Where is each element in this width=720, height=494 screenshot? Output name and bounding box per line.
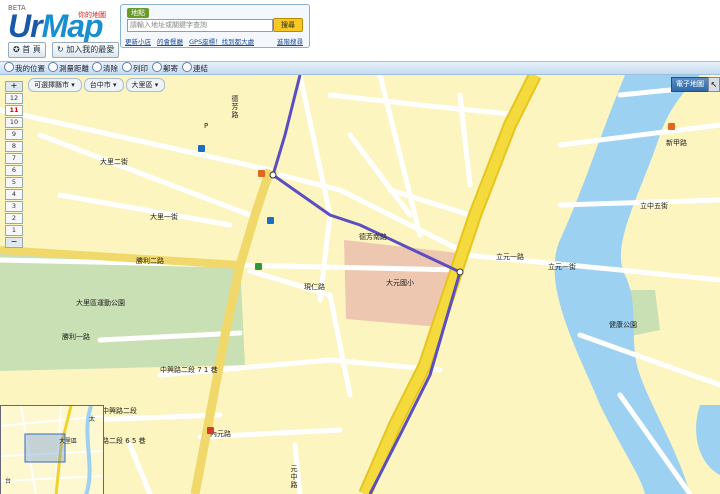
search-panel: 地點 請輸入地址或關鍵字查詢 搜尋 更新小店 的會餐廳 GPS座標！找到都大處 … xyxy=(120,4,310,48)
home-icon: ✪ xyxy=(13,45,23,54)
header-bar: BETA UrMap 你的地圖 ✪ 首 頁 ↻ 加入我的最愛 地點 請輸入地址或… xyxy=(0,0,720,60)
zoom-level-1[interactable]: 1 xyxy=(5,225,23,236)
tool-print[interactable]: 列印 xyxy=(122,62,148,75)
zoom-out-button[interactable]: − xyxy=(5,237,23,248)
label-dali-2nd-st: 大里二街 xyxy=(100,158,128,166)
label-dali-1st-st: 大里一街 xyxy=(150,213,178,221)
link-icon xyxy=(182,62,192,72)
zoom-level-11[interactable]: 11 xyxy=(5,105,23,116)
breadcrumb-district[interactable]: 大里區 ▾ xyxy=(125,78,166,92)
printer-icon xyxy=(122,62,132,72)
breadcrumb-county-label: 可選擇縣市 xyxy=(34,81,69,89)
eraser-icon xyxy=(92,62,102,72)
tool-mail-label: 郵寄 xyxy=(163,64,178,73)
tool-link-label: 連結 xyxy=(193,64,208,73)
post-office-icon[interactable] xyxy=(207,427,214,434)
label-xianren-road: 現仁路 xyxy=(304,283,325,291)
label-dayuan-school: 大元國小 xyxy=(386,279,414,287)
ruler-icon xyxy=(48,62,58,72)
label-yuanzhong-road: 元中路 xyxy=(290,465,298,489)
zoom-level-3[interactable]: 3 xyxy=(5,201,23,212)
river-branch xyxy=(696,405,720,475)
tool-my-location-label: 我的位置 xyxy=(15,64,45,73)
breadcrumb-city[interactable]: 台中市 ▾ xyxy=(83,78,124,92)
label-lizhong-5th-st: 立中五街 xyxy=(640,202,668,210)
breadcrumb-county[interactable]: 可選擇縣市 ▾ xyxy=(28,78,82,92)
zoom-in-button[interactable]: + xyxy=(5,81,23,92)
location-icon xyxy=(4,62,14,72)
overview-label-east: 太 xyxy=(89,416,96,423)
brand-tagline: 你的地圖 xyxy=(78,11,106,19)
zoom-level-10[interactable]: 10 xyxy=(5,117,23,128)
label-health-park: 健康公園 xyxy=(609,321,637,329)
overview-tiles xyxy=(1,406,103,494)
search-button[interactable]: 搜尋 xyxy=(273,18,303,32)
label-xinjia-road: 新甲路 xyxy=(666,139,687,147)
search-link-gps[interactable]: GPS座標！找到都大處 xyxy=(189,36,254,46)
zoom-level-9[interactable]: 9 xyxy=(5,129,23,140)
route-start-marker xyxy=(269,171,277,179)
label-zhongxing-71-lane: 中興路二段 7 1 巷 xyxy=(160,366,218,374)
mail-icon xyxy=(152,62,162,72)
map-tiles xyxy=(0,75,720,494)
tool-measure-label: 測量距離 xyxy=(59,64,89,73)
label-defang-south-road: 德芳南路 xyxy=(359,233,387,241)
zoom-level-5[interactable]: 5 xyxy=(5,177,23,188)
tool-measure[interactable]: 測量距離 xyxy=(48,62,89,75)
breadcrumb-district-label: 大里區 xyxy=(131,81,153,89)
tool-link[interactable]: 連結 xyxy=(182,62,208,75)
label-liyuan-road: 立元一路 xyxy=(496,253,524,261)
sports-park-area xyxy=(0,250,245,371)
advanced-search-link[interactable]: 進階搜尋 xyxy=(277,36,303,46)
map-type-button[interactable]: 電子地圖 xyxy=(671,77,709,92)
label-sports-park: 大里區運動公園 xyxy=(76,299,125,307)
zoom-level-8[interactable]: 8 xyxy=(5,141,23,152)
search-link-store[interactable]: 更新小店 xyxy=(125,36,151,46)
tool-print-label: 列印 xyxy=(133,64,148,73)
zoom-control: + 12 11 10 9 8 7 6 5 4 3 2 1 − xyxy=(5,81,25,249)
add-favorite-button[interactable]: ↻ 加入我的最愛 xyxy=(52,42,120,58)
label-shengli-2nd-road: 勝利二路 xyxy=(136,257,164,265)
urmap-logo[interactable]: BETA UrMap 你的地圖 xyxy=(6,4,116,44)
gas-station-icon[interactable] xyxy=(267,217,274,224)
breadcrumb-city-label: 台中市 xyxy=(89,81,111,89)
route-end-marker xyxy=(456,268,464,276)
brand-ur: Ur xyxy=(8,8,43,44)
map-toolbar: 我的位置 測量距離 清除 列印 郵寄 連結 xyxy=(0,61,720,75)
overview-map[interactable]: 大里區 台 太 xyxy=(0,405,104,494)
search-tab[interactable]: 地點 xyxy=(127,8,149,18)
favorite-icon: ↻ xyxy=(57,45,67,54)
overview-label-west: 台 xyxy=(5,478,12,485)
label-zhongxing-road: 中興路二段 xyxy=(102,407,137,415)
tool-clear[interactable]: 清除 xyxy=(92,62,118,75)
label-parking: P xyxy=(204,122,209,130)
zoom-level-7[interactable]: 7 xyxy=(5,153,23,164)
tool-mail[interactable]: 郵寄 xyxy=(152,62,178,75)
zoom-level-2[interactable]: 2 xyxy=(5,213,23,224)
convenience-store-icon[interactable] xyxy=(258,170,265,177)
store-icon-east[interactable] xyxy=(668,123,675,130)
label-liyuan-street: 立元一街 xyxy=(548,263,576,271)
zoom-level-12[interactable]: 12 xyxy=(5,93,23,104)
add-favorite-label: 加入我的最愛 xyxy=(66,45,115,54)
zoom-level-6[interactable]: 6 xyxy=(5,165,23,176)
tool-my-location[interactable]: 我的位置 xyxy=(4,62,45,75)
map-canvas[interactable]: 可選擇縣市 ▾ 台中市 ▾ 大里區 ▾ 電子地圖 ↖ + 12 11 10 9 8 … xyxy=(0,75,720,494)
bus-icon[interactable] xyxy=(255,263,262,270)
expand-icon[interactable]: ↖ xyxy=(708,77,720,92)
zoom-level-4[interactable]: 4 xyxy=(5,189,23,200)
search-link-restaurant[interactable]: 的會餐廳 xyxy=(157,36,183,46)
search-input[interactable]: 請輸入地址或關鍵字查詢 xyxy=(127,19,273,32)
home-button[interactable]: ✪ 首 頁 xyxy=(8,42,46,58)
tool-clear-label: 清除 xyxy=(103,64,118,73)
overview-label-daliao: 大里區 xyxy=(59,438,78,445)
label-shengli-1st-road: 勝利一路 xyxy=(62,333,90,341)
home-button-label: 首 頁 xyxy=(22,45,41,54)
bus-stop-icon[interactable] xyxy=(198,145,205,152)
label-defang-road: 德芳路 xyxy=(231,95,239,119)
breadcrumb: 可選擇縣市 ▾ 台中市 ▾ 大里區 ▾ xyxy=(28,78,167,92)
